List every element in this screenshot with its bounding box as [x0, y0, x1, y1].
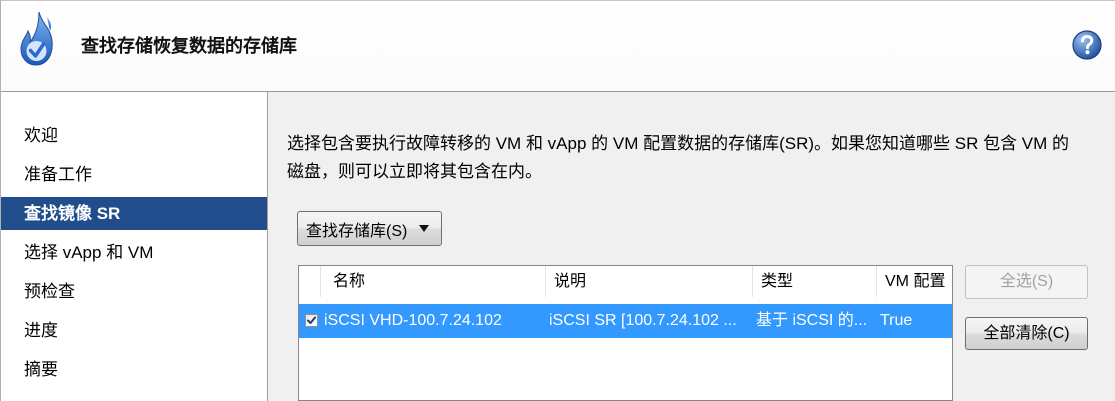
table-body: iSCSI VHD-100.7.24.102 iSCSI SR [100.7.2… [299, 304, 952, 338]
column-header-name[interactable]: 名称 [321, 266, 546, 297]
wizard-header: 查找存储恢复数据的存储库 [0, 0, 1115, 92]
help-icon[interactable] [1072, 30, 1102, 60]
column-header-type[interactable]: 类型 [753, 266, 877, 297]
sidebar-item-welcome: 欢迎 [24, 126, 58, 145]
checkmark-icon [307, 316, 316, 324]
find-storage-repositories-button[interactable]: 查找存储库(S) [297, 211, 442, 246]
flame-icon [17, 11, 57, 67]
cell-vm-config: True [880, 312, 913, 329]
sidebar-item-summary: 摘要 [24, 360, 58, 379]
cell-type: 基于 iSCSI 的... [756, 312, 868, 329]
cell-name: iSCSI VHD-100.7.24.102 [324, 312, 502, 329]
cell-checkbox [299, 304, 321, 338]
dropdown-arrow-icon [419, 225, 430, 232]
row-checkbox[interactable] [305, 314, 318, 327]
clear-all-button[interactable]: 全部清除(C) [965, 317, 1088, 350]
wizard-step-nav: 欢迎 准备工作 查找镜像 SR 选择 vApp 和 VM 预检查 进度 摘要 [0, 92, 268, 401]
storage-repository-table[interactable]: 名称 说明 类型 VM 配置 iSCSI VHD-100.7.24.102 iS… [298, 265, 953, 401]
table-row[interactable]: iSCSI VHD-100.7.24.102 iSCSI SR [100.7.2… [299, 304, 952, 338]
sidebar-item-progress: 进度 [24, 321, 58, 340]
instructions-line: 选择包含要执行故障转移的 VM 和 vApp 的 VM 配置数据的存储库(SR)… [287, 134, 1070, 153]
column-header-vm-config[interactable]: VM 配置 [877, 266, 952, 297]
table-header: 名称 说明 类型 VM 配置 [299, 266, 952, 297]
sidebar-item-prerequisites: 准备工作 [24, 165, 92, 184]
wizard-page-content: 选择包含要执行故障转移的 VM 和 vApp 的 VM 配置数据的存储库(SR)… [268, 92, 1115, 401]
cell-description: iSCSI SR [100.7.24.102 ... [549, 312, 737, 329]
sidebar-item-select-vapps-and-vms: 选择 vApp 和 VM [24, 243, 154, 262]
column-header-description[interactable]: 说明 [546, 266, 753, 297]
instructions-text: 选择包含要执行故障转移的 VM 和 vApp 的 VM 配置数据的存储库(SR)… [287, 130, 1069, 186]
select-all-button[interactable]: 全选(S) [965, 265, 1088, 299]
sidebar-item-locate-mirrored-sr: 查找镜像 SR [0, 197, 267, 230]
instructions-line: 磁盘，则可以立即将其包含在内。 [287, 162, 542, 181]
page-title: 查找存储恢复数据的存储库 [81, 36, 297, 56]
find-storage-repositories-label: 查找存储库(S) [306, 222, 408, 240]
column-header-checkbox [299, 266, 321, 297]
sidebar-item-precheck: 预检查 [24, 282, 75, 301]
